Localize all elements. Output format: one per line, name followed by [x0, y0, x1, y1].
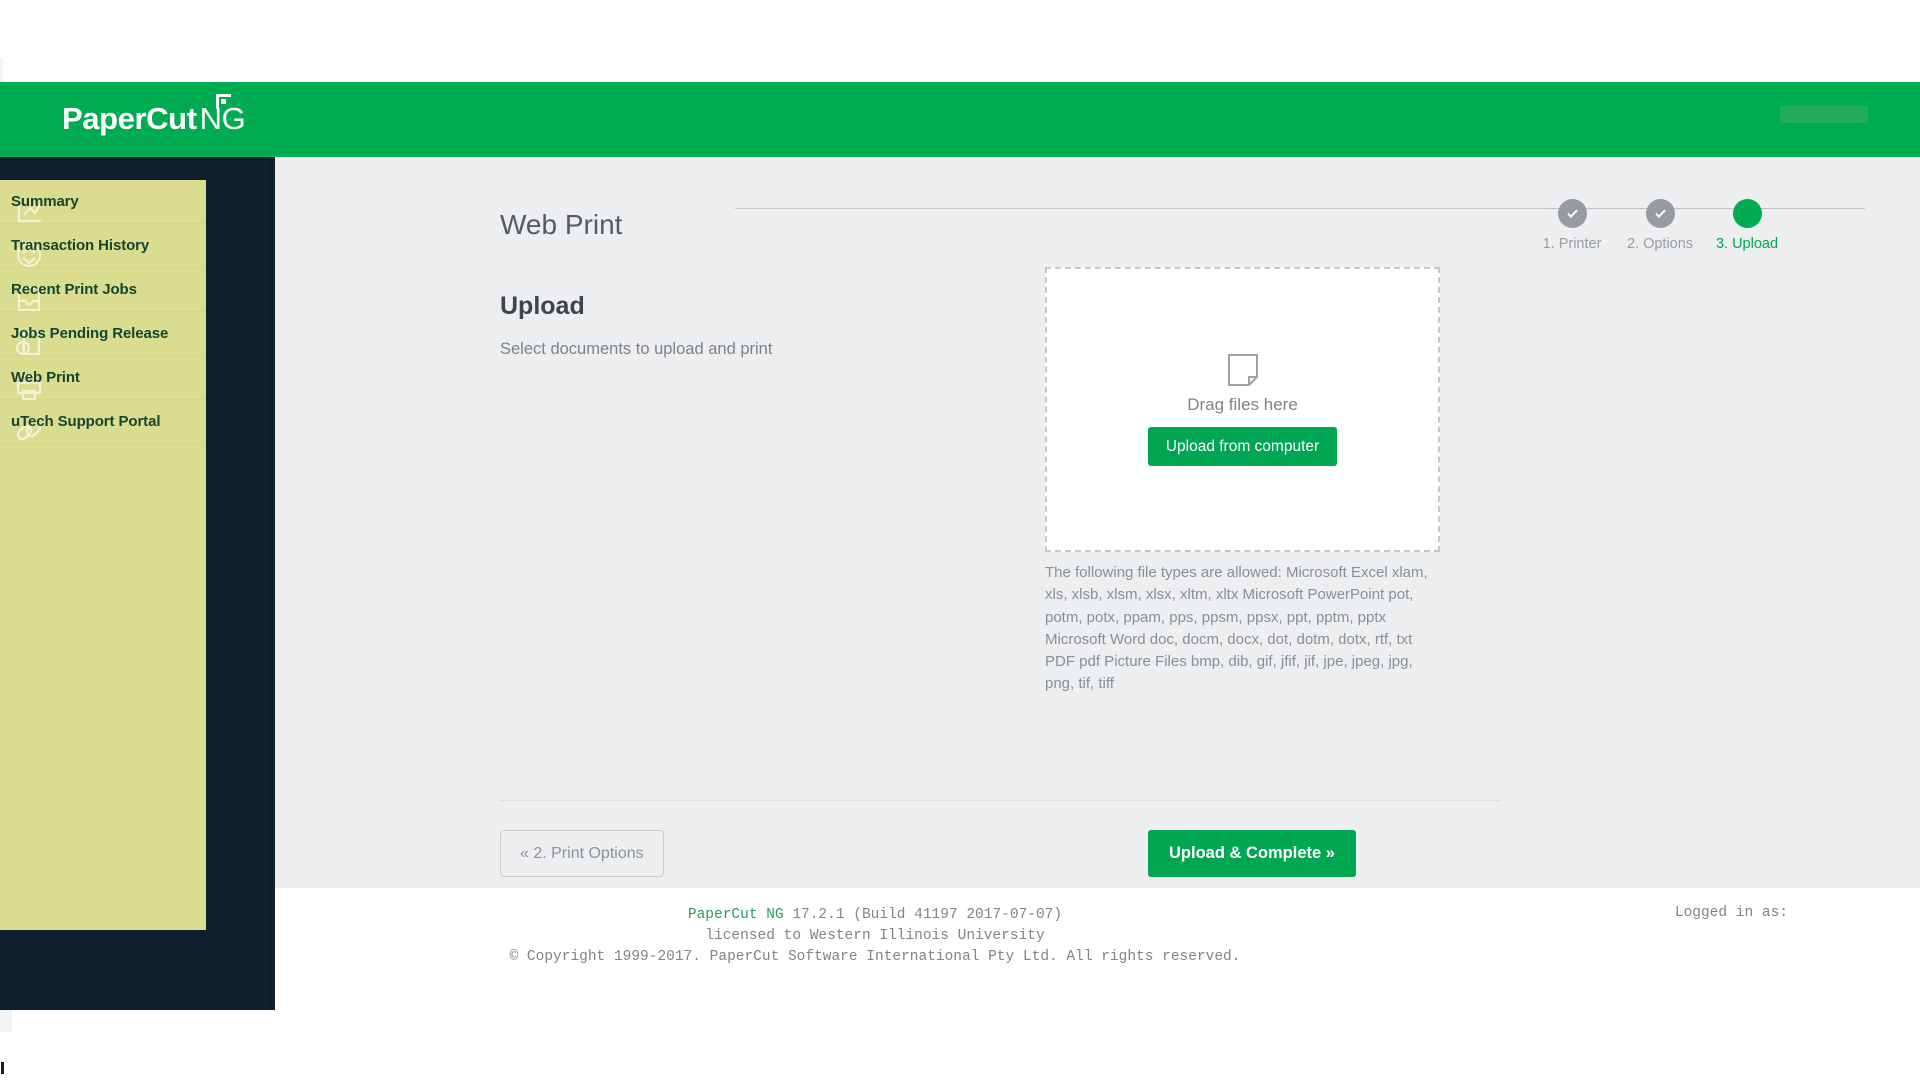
actions-divider [500, 800, 1500, 801]
top-blank-strip [0, 0, 1920, 82]
footer-center-block: PaperCut NG 17.2.1 (Build 41197 2017-07-… [275, 905, 1475, 968]
upload-from-computer-button[interactable]: Upload from computer [1147, 427, 1338, 466]
sidebar-nav-panel: Summary Transaction History Recent Print… [0, 180, 206, 930]
allowed-filetypes-text: The following file types are allowed: Mi… [1045, 564, 1428, 693]
sidebar-item-jobs-pending-release[interactable]: Jobs Pending Release [0, 312, 206, 356]
sidebar-item-label: Web Print [11, 369, 80, 386]
sidebar-item-label: Transaction History [11, 237, 150, 254]
logo-cut: Cut [146, 101, 197, 136]
back-to-print-options-button[interactable]: « 2. Print Options [500, 830, 664, 877]
check-icon [1566, 209, 1578, 219]
check-icon [1654, 209, 1666, 219]
footer-app-name: PaperCut NG [687, 907, 784, 923]
step-options-label: 2. Options [1626, 236, 1694, 252]
step-upload-circle [1732, 199, 1762, 228]
sidebar-item-label: uTech Support Portal [11, 413, 161, 430]
step-upload[interactable]: 3. Upload [1697, 199, 1797, 252]
sidebar-item-web-print[interactable]: Web Print [0, 356, 206, 401]
footer-version: 17.2.1 (Build 41197 2017-07-07) [783, 907, 1063, 923]
file-dropzone[interactable]: Drag files here Upload from computer [1045, 267, 1440, 552]
sidebar-item-transaction-history[interactable]: Transaction History [0, 224, 206, 268]
page-title: Web Print [500, 209, 623, 240]
dropzone-label: Drag files here [1187, 395, 1298, 414]
logo-paper: Paper [62, 101, 147, 136]
brand-header: PaperCutNG [0, 82, 1920, 157]
page-footer: PaperCut NG 17.2.1 (Build 41197 2017-07-… [275, 888, 1920, 1010]
header-user-placeholder[interactable] [1780, 106, 1868, 123]
step-printer-label: 1. Printer [1542, 236, 1602, 252]
left-edge-artifact [0, 58, 3, 82]
sidebar-edge-rule [265, 157, 267, 1010]
left-edge-strip [0, 1010, 12, 1032]
footer-version-line: PaperCut NG 17.2.1 (Build 41197 2017-07-… [275, 905, 1475, 926]
upload-and-complete-button[interactable]: Upload & Complete » [1148, 830, 1356, 877]
step-printer[interactable]: 1. Printer [1522, 199, 1622, 252]
step-options[interactable]: 2. Options [1610, 199, 1710, 252]
sidebar-item-utech-support-portal[interactable]: uTech Support Portal [0, 400, 206, 444]
sidebar-item-label: Recent Print Jobs [11, 281, 137, 298]
sidebar-item-label: Jobs Pending Release [11, 325, 169, 342]
app-root: PaperCutNG Summary Transaction History R… [0, 0, 1920, 1080]
step-upload-label: 3. Upload [1715, 236, 1779, 252]
main-content: Web Print 1. Printer 2. Options 3. Uploa… [275, 157, 1920, 888]
step-printer-circle [1557, 199, 1587, 228]
document-page-icon [1227, 354, 1258, 386]
wizard-step-indicator: 1. Printer 2. Options 3. Upload [735, 199, 1865, 259]
bottom-blank-strip [0, 1010, 1920, 1080]
logged-in-as-label: Logged in as: [1674, 905, 1788, 921]
upload-subtitle: Select documents to upload and print [500, 340, 773, 358]
sidebar-item-recent-print-jobs[interactable]: Recent Print Jobs [0, 268, 206, 312]
step-options-circle [1645, 199, 1675, 228]
logo-flag-icon [216, 94, 231, 109]
footer-copyright-line: © Copyright 1999-2017. PaperCut Software… [509, 949, 1241, 965]
footer-license-line: licensed to Western Illinois University [705, 928, 1045, 944]
sidebar-item-summary[interactable]: Summary [0, 180, 206, 224]
sidebar-item-label: Summary [11, 193, 79, 210]
bottom-left-tick [1, 1062, 4, 1074]
upload-heading: Upload [500, 292, 585, 320]
